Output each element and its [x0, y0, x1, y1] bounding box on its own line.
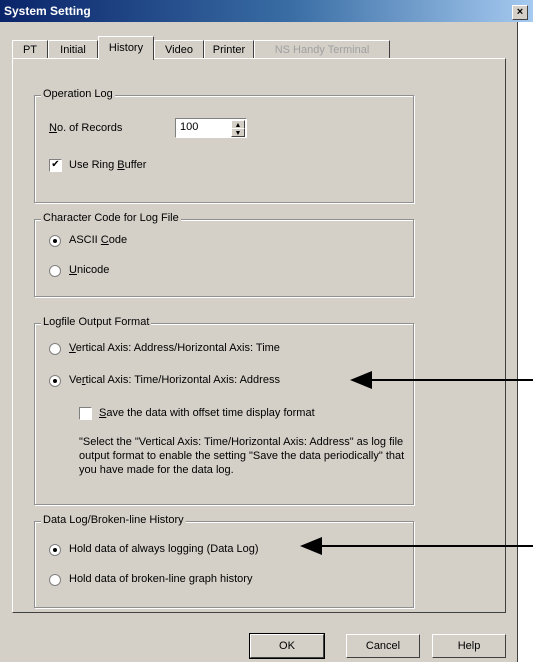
tab-history[interactable]: History — [98, 36, 154, 60]
arrow-output-format — [350, 371, 533, 389]
annotation-arrows — [300, 371, 533, 555]
arrow-data-log — [300, 537, 533, 555]
